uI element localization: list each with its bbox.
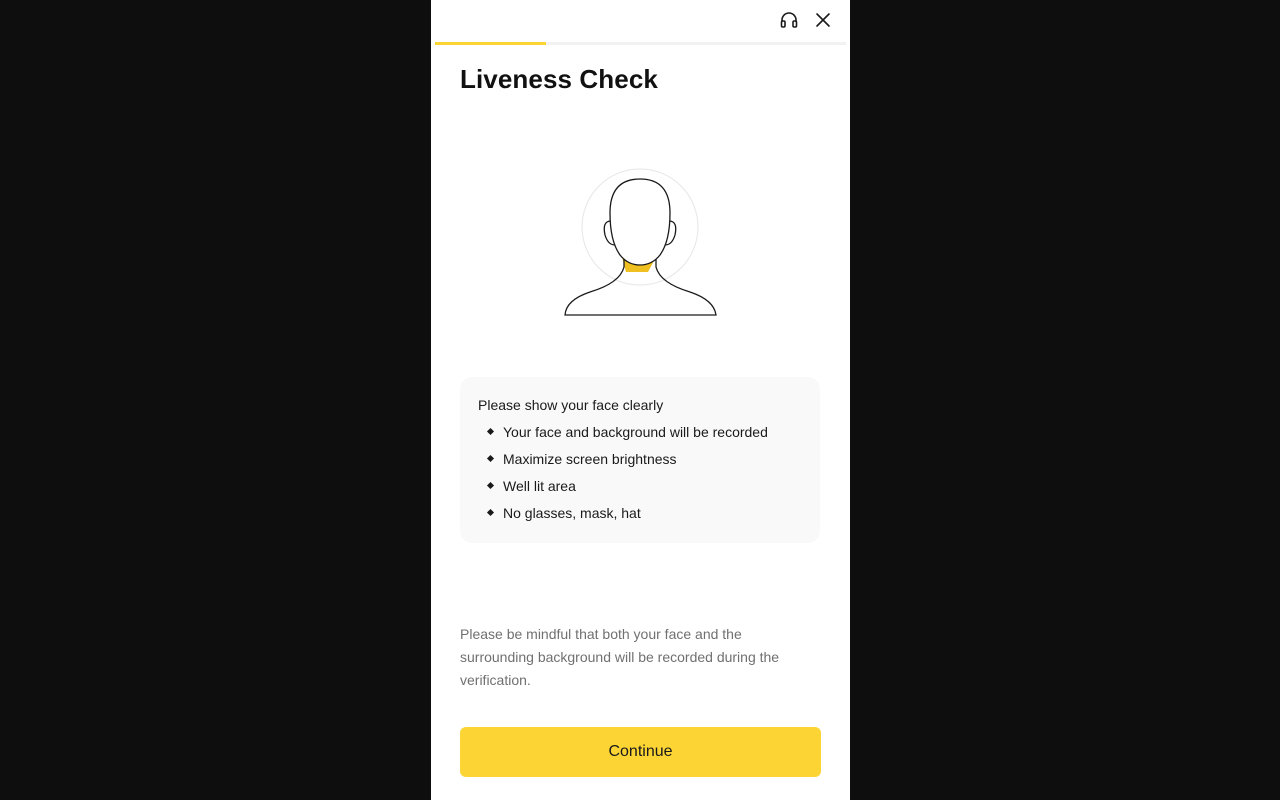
bullet-icon — [486, 481, 495, 490]
tip-text: Maximize screen brightness — [503, 451, 677, 467]
bullet-icon — [486, 508, 495, 517]
face-illustration — [560, 155, 720, 320]
tips-list: Your face and background will be recorde… — [478, 423, 802, 531]
list-item: Well lit area — [478, 477, 802, 504]
headset-icon — [780, 12, 798, 28]
tip-text: No glasses, mask, hat — [503, 505, 641, 521]
tip-text: Well lit area — [503, 478, 576, 494]
list-item: No glasses, mask, hat — [478, 504, 802, 531]
bullet-icon — [486, 454, 495, 463]
top-bar — [431, 0, 850, 42]
tips-card: Please show your face clearly Your face … — [460, 377, 820, 543]
list-item: Maximize screen brightness — [478, 450, 802, 477]
tips-heading: Please show your face clearly — [478, 397, 664, 413]
progress-bar-fill — [435, 42, 546, 45]
progress-bar — [435, 42, 846, 45]
recording-notice: Please be mindful that both your face an… — [460, 626, 780, 688]
close-icon — [816, 13, 830, 27]
tip-text: Your face and background will be recorde… — [503, 424, 768, 440]
list-item: Your face and background will be recorde… — [478, 423, 802, 450]
close-button[interactable] — [812, 9, 834, 31]
face-outline-icon — [564, 168, 717, 316]
support-button[interactable] — [778, 9, 800, 31]
page-title: Liveness Check — [460, 64, 658, 94]
liveness-check-modal: Liveness Check Please show your face cle… — [431, 0, 850, 800]
bullet-icon — [486, 427, 495, 436]
continue-button[interactable]: Continue — [460, 727, 821, 777]
